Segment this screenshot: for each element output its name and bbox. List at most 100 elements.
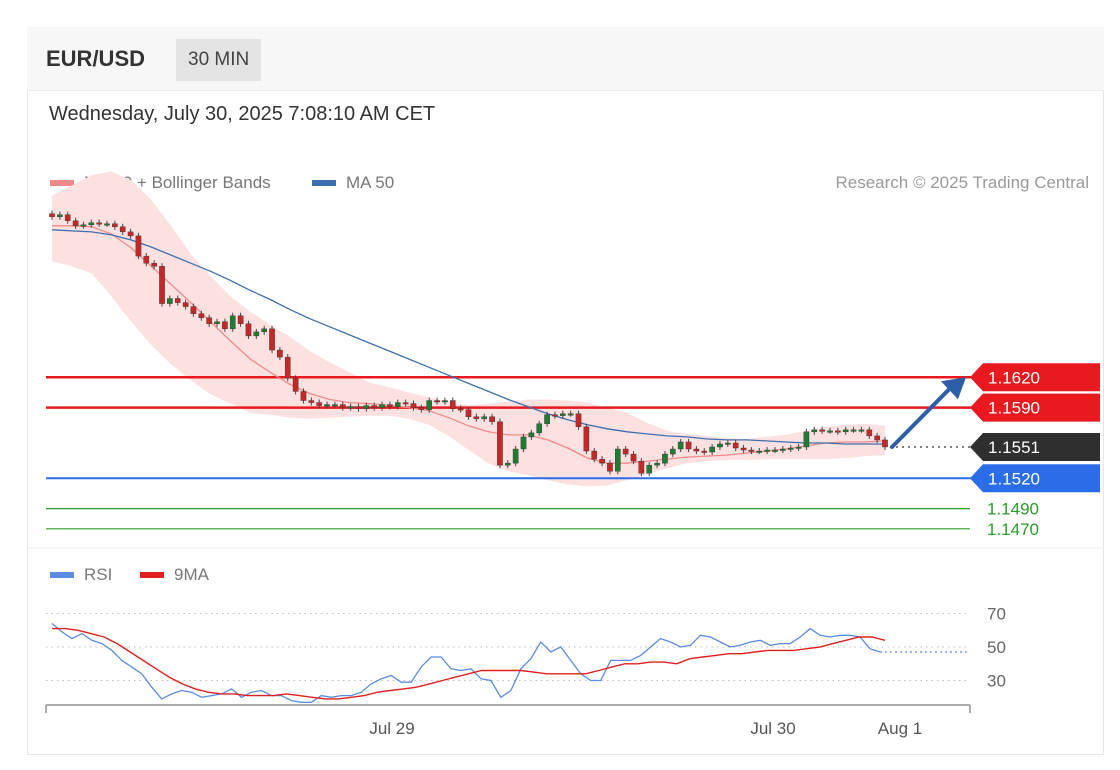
candle-body: [677, 441, 684, 450]
candle-body: [520, 436, 527, 450]
candle-body: [72, 220, 79, 227]
candle-body: [607, 462, 613, 472]
candle-body: [780, 448, 786, 451]
candle-body: [567, 413, 574, 416]
candle-body: [316, 402, 322, 406]
candle-body: [615, 448, 621, 472]
forecast-arrow-shaft: [890, 381, 957, 449]
candle-body: [434, 400, 440, 403]
resistance-level-label: 1.1620: [988, 368, 1040, 387]
support-level-label: 1.1490: [987, 500, 1039, 519]
candle-body: [324, 404, 330, 407]
candle-body: [332, 404, 338, 407]
candle-body: [740, 447, 747, 451]
candle-body: [756, 450, 763, 453]
last-level-label: 1.1551: [988, 438, 1040, 457]
candle-body: [371, 405, 377, 408]
rsi-line: [51, 623, 881, 703]
candle-body: [347, 406, 354, 409]
candle-body: [630, 453, 637, 462]
candle-body: [253, 331, 260, 337]
candle-body: [457, 408, 464, 411]
candle-body: [394, 402, 401, 407]
candle-body: [49, 213, 55, 217]
candle-body: [850, 429, 857, 432]
candle-body: [497, 421, 503, 466]
candle-body: [387, 404, 393, 407]
candle-body: [104, 223, 110, 226]
candle-body: [182, 302, 189, 307]
candle-body: [654, 462, 660, 466]
candle-body: [811, 429, 818, 433]
candle-body: [795, 446, 802, 449]
candle-body: [269, 328, 275, 351]
candle-body: [882, 439, 888, 448]
candle-body: [237, 315, 244, 324]
candle-body: [693, 448, 700, 452]
candle-body: [80, 224, 87, 227]
candle-body: [504, 462, 511, 466]
pivot-level-label: 1.1520: [988, 469, 1040, 488]
candle-body: [143, 255, 150, 264]
candle-body: [835, 430, 841, 433]
candle-body: [591, 450, 598, 460]
resistance-level-label: 1.1590: [988, 399, 1040, 418]
candle-body: [300, 391, 307, 401]
candle-body: [512, 448, 519, 464]
candle-body: [552, 414, 558, 417]
candle-body: [135, 235, 142, 257]
candle-body: [418, 407, 425, 410]
candle-body: [112, 223, 118, 228]
candle-body: [277, 349, 283, 358]
candle-body: [119, 226, 126, 233]
candle-body: [858, 429, 865, 432]
candle-body: [308, 400, 315, 403]
candle-body: [379, 404, 385, 408]
candle-body: [151, 262, 157, 267]
candle-body: [803, 431, 810, 448]
candle-body: [363, 405, 370, 409]
time-tick-label: Jul 29: [369, 719, 414, 738]
candle-body: [638, 460, 645, 474]
candle-body: [536, 423, 543, 434]
candle-body: [426, 400, 433, 410]
candle-body: [842, 429, 849, 433]
candle-body: [599, 458, 605, 464]
candle-body: [560, 413, 566, 416]
candle-body: [64, 214, 71, 221]
candle-body: [764, 449, 770, 452]
candle-body: [874, 435, 880, 441]
candle-body: [167, 298, 173, 304]
bollinger-band: [52, 171, 885, 487]
candle-body: [245, 323, 252, 337]
candle-body: [206, 317, 212, 324]
candle-body: [284, 356, 291, 379]
candle-body: [229, 315, 236, 330]
candle-body: [646, 464, 653, 474]
candle-body: [544, 414, 550, 424]
time-tick-label: Jul 30: [750, 719, 795, 738]
chart-svg: 1.1620 1.1590 1.1551 1.1520 1.14901.1470 70 50…: [27, 171, 1104, 738]
candle-body: [449, 400, 456, 409]
candle-body: [57, 214, 63, 217]
candle-body: [583, 426, 590, 452]
candle-body: [787, 447, 794, 450]
candle-body: [442, 400, 448, 403]
rsi-tick-label: 30: [987, 672, 1006, 691]
rsi-ma-line: [52, 627, 886, 700]
support-level-label: 1.1470: [987, 520, 1039, 539]
candle-body: [748, 449, 755, 452]
candle-body: [827, 430, 833, 433]
candle-body: [662, 453, 668, 464]
candle-body: [214, 321, 220, 324]
candle-body: [198, 313, 205, 318]
candle-body: [622, 448, 629, 455]
candle-body: [159, 266, 165, 304]
candle-body: [481, 416, 488, 419]
candle-body: [709, 446, 715, 453]
candle-body: [174, 298, 181, 303]
candle-body: [732, 442, 739, 449]
time-tick-label: Aug 1: [878, 719, 922, 738]
candle-body: [88, 222, 95, 225]
candle-body: [717, 443, 723, 448]
